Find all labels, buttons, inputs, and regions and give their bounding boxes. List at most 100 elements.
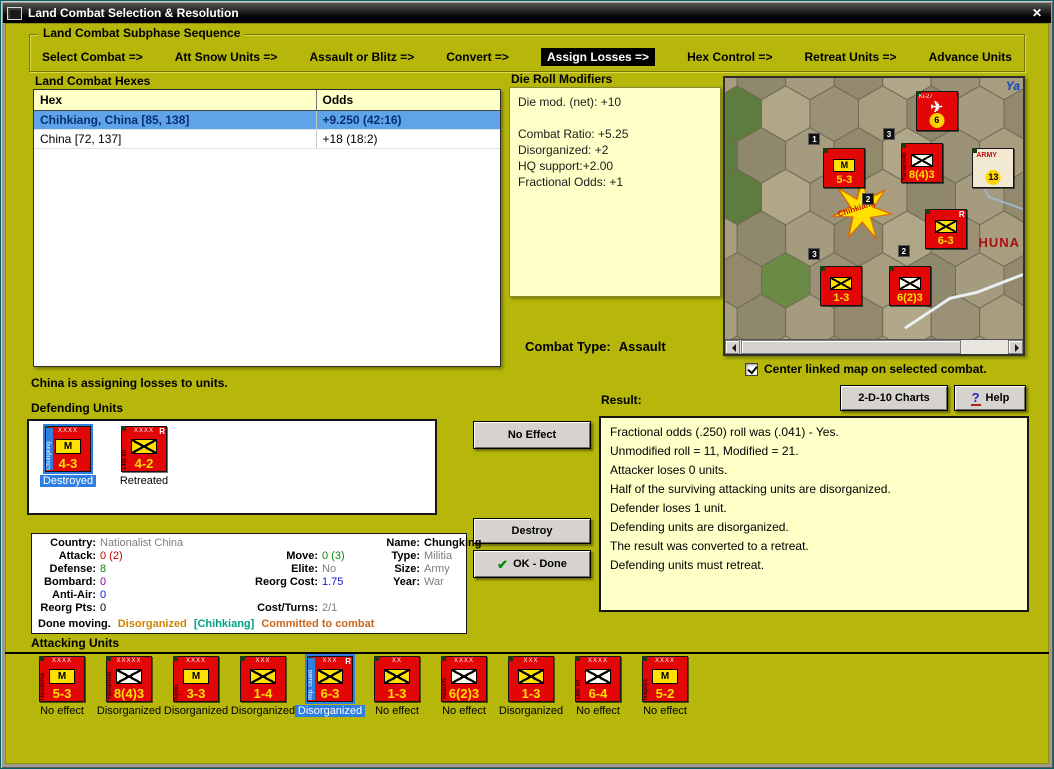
unit[interactable]: XXX 1-4 Disorganized: [230, 656, 296, 717]
unit[interactable]: Imp. Guard XXX 6-3 R Disorganized: [294, 654, 366, 717]
center-map-checkbox[interactable]: [745, 362, 758, 376]
unit[interactable]: Terauchi XXXX 6(2)3 No effect: [431, 656, 497, 717]
result-panel: Fractional odds (.250) roll was (.041) -…: [599, 416, 1029, 612]
unit-strength: 4-3: [58, 456, 78, 471]
unit-strength: 6: [929, 113, 945, 129]
unit-strength: 6-4: [588, 686, 608, 701]
unit-counter[interactable]: 6-3 R: [924, 208, 967, 249]
attacking-units-divider: [5, 652, 1049, 654]
modifier-line: [518, 110, 712, 126]
unit[interactable]: Nagoya XXXX M 5-2 No effect: [632, 656, 698, 717]
unit-symbol-icon: [934, 219, 957, 233]
stack-count-badge: 3: [808, 247, 821, 260]
unit-counter[interactable]: 6(2)3: [888, 265, 931, 306]
sequence-step[interactable]: Att Snow Units =>: [175, 50, 278, 64]
hex-cell: China [72, 137]: [34, 129, 317, 149]
unit-counter[interactable]: Imp. Guard XXX 6-3 R: [305, 654, 355, 704]
scroll-left-icon[interactable]: [725, 340, 740, 354]
combat-hex-row[interactable]: China [72, 137] +18 (18:2): [34, 129, 500, 149]
reorg-pts-value: 0: [100, 602, 107, 614]
scrollbar-thumb[interactable]: [741, 340, 961, 354]
modifier-line: HQ support:+2.00: [518, 159, 614, 173]
sequence-step[interactable]: Hex Control =>: [687, 50, 772, 64]
unit-counter[interactable]: Yamamoto XXXXX 8(4)3: [106, 656, 152, 702]
no-effect-button[interactable]: No Effect: [473, 421, 591, 449]
unit-symbol-icon: [830, 276, 853, 290]
province-label: HUNA: [978, 234, 1020, 250]
attack-value: 0 (2): [100, 550, 123, 562]
unit-counter[interactable]: XX 1-3: [374, 656, 420, 702]
unit-status-label: Disorganized: [96, 705, 162, 717]
sequence-step[interactable]: Select Combat =>: [42, 50, 143, 64]
unit-counter[interactable]: XXX 1-3: [508, 656, 554, 702]
map-horizontal-scrollbar[interactable]: [725, 339, 1023, 354]
unit-symbol-icon: [116, 669, 142, 684]
scrollbar-track[interactable]: [740, 340, 1008, 354]
charts-button[interactable]: 2-D-10 Charts: [840, 385, 948, 411]
unit[interactable]: Kyoto XXXX M 3-3 Disorganized: [163, 656, 229, 717]
unit-strength: 1-4: [253, 686, 273, 701]
window-content: Land Combat Subphase Sequence Select Com…: [5, 23, 1049, 764]
unit-strength: 8(4)3: [113, 686, 145, 701]
modifier-line: Fractional Odds: +1: [518, 175, 624, 189]
ok-done-button[interactable]: ✔ OK - Done: [473, 550, 591, 578]
die-roll-modifiers-panel: Die mod. (net): +10 Combat Ratio: +5.25 D…: [509, 87, 721, 297]
unit-counter[interactable]: 14th Inf XXXX 4-2 R: [121, 426, 167, 472]
sequence-step[interactable]: Convert =>: [446, 50, 509, 64]
subphase-sequence-groupbox: Land Combat Subphase Sequence Select Com…: [29, 26, 1025, 72]
modifier-line: Combat Ratio: +5.25: [518, 127, 629, 141]
unit[interactable]: 14th Inf XXXX 4-2 R Retreated: [111, 426, 177, 487]
unit-counter[interactable]: Hiroshima XXXX M 5-3: [39, 656, 85, 702]
country-label: Country:: [50, 537, 96, 549]
modifier-line: Disorganized: +2: [518, 143, 609, 157]
unit-counter[interactable]: Kyoto XXXX M 3-3: [173, 656, 219, 702]
result-title: Result:: [601, 393, 642, 407]
unit-strength: 5-3: [52, 686, 72, 701]
close-icon[interactable]: ✕: [1027, 6, 1047, 20]
sequence-step[interactable]: Assign Losses =>: [541, 48, 656, 66]
unit-size: XXXX: [587, 658, 608, 664]
unit[interactable]: XX 1-3 No effect: [364, 656, 430, 717]
sequence-step[interactable]: Assault or Blitz =>: [310, 50, 415, 64]
destroy-button-label: Destroy: [511, 525, 553, 537]
unit-strength: 6(2)3: [448, 686, 480, 701]
unit[interactable]: Chungking XXXX M 4-3 Destroyed: [35, 424, 101, 487]
destroy-button[interactable]: Destroy: [473, 518, 591, 544]
unit[interactable]: 14th Inf XXXX 6-4 No effect: [565, 656, 631, 717]
sequence-step[interactable]: Retreat Units =>: [805, 50, 897, 64]
unit-counter[interactable]: 1-3: [820, 265, 863, 306]
unit-symbol-icon: [898, 276, 921, 290]
unit-counter[interactable]: Terauchi XXXX 6(2)3: [441, 656, 487, 702]
unit-counter[interactable]: ARMY 13: [972, 148, 1015, 189]
unit-counter[interactable]: Nagoya XXXX M 5-2: [642, 656, 688, 702]
unit-details-panel: Country: Nationalist China Name: Chungki…: [31, 533, 481, 634]
unit-size: XXXX: [654, 658, 675, 664]
unit-counter[interactable]: XXX 1-4: [240, 656, 286, 702]
unit[interactable]: Yamamoto XXXXX 8(4)3 Disorganized: [96, 656, 162, 717]
unit[interactable]: XXX 1-3 Disorganized: [498, 656, 564, 717]
help-button-label: Help: [985, 392, 1010, 404]
unit-size: XX: [391, 658, 402, 664]
center-map-label: Center linked map on selected combat.: [764, 362, 987, 376]
unit-status-label: No effect: [40, 705, 84, 717]
combat-map[interactable]: Chihkiang HUNA Ya Ki-27 ✈ 6 M 5-3 Yamamoto 8(4…: [723, 76, 1025, 356]
unit-status-label: No effect: [643, 705, 687, 717]
unit-strength: 6-3: [937, 234, 954, 247]
unit-counter[interactable]: Yamamoto 8(4)3: [900, 143, 943, 184]
unit-strength: 5-3: [836, 174, 853, 187]
defense-value: 8: [100, 563, 107, 575]
scroll-right-icon[interactable]: [1008, 340, 1023, 354]
unit-symbol-icon: [250, 669, 276, 684]
unit[interactable]: Hiroshima XXXX M 5-3 No effect: [29, 656, 95, 717]
unit-counter[interactable]: 14th Inf XXXX 6-4: [575, 656, 621, 702]
unit-counter[interactable]: Chungking XXXX M 4-3: [43, 424, 93, 474]
combat-hex-row[interactable]: Chihkiang, China [85, 138] +9.250 (42:16): [34, 110, 500, 130]
unit-counter[interactable]: Ki-27 ✈ 6: [915, 91, 958, 132]
nationality-mark-icon: [924, 208, 930, 214]
unit-size: XXXXX: [116, 658, 142, 664]
help-button[interactable]: ? Help: [954, 385, 1026, 411]
result-line: Defender loses 1 unit.: [610, 501, 727, 515]
unit-counter[interactable]: M 5-3: [823, 148, 866, 189]
sequence-step[interactable]: Advance Units: [929, 50, 1012, 64]
elite-label: Elite:: [291, 563, 318, 575]
